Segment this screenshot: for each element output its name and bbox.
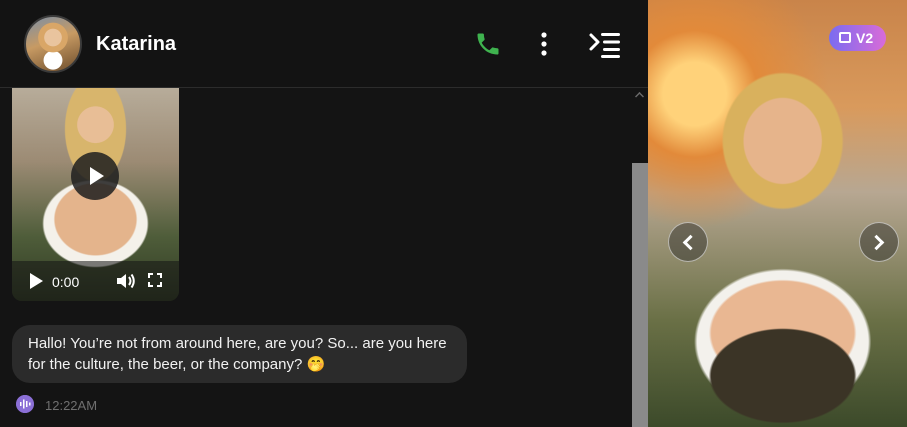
message-list[interactable]: 0:00 Hallo! You’re not from around here,… xyxy=(0,88,632,427)
play-icon[interactable] xyxy=(71,152,119,200)
chevron-right-icon xyxy=(868,234,885,251)
chat-bubble: Hallo! You’re not from around here, are … xyxy=(12,325,467,383)
scrollbar[interactable] xyxy=(632,88,648,427)
fullscreen-icon[interactable] xyxy=(148,273,162,287)
volume-icon[interactable] xyxy=(116,272,136,290)
kebab-menu-icon[interactable] xyxy=(532,30,556,58)
video-message[interactable]: 0:00 xyxy=(12,88,179,301)
video-time: 0:00 xyxy=(52,274,80,290)
version-badge[interactable]: V2 xyxy=(829,25,886,51)
avatar[interactable] xyxy=(24,15,82,73)
previous-image-button[interactable] xyxy=(668,222,708,262)
video-controls: 0:00 xyxy=(12,261,179,301)
scroll-up-icon[interactable] xyxy=(635,92,644,101)
image-icon xyxy=(839,32,851,43)
next-image-button[interactable] xyxy=(859,222,899,262)
collapse-menu-icon[interactable] xyxy=(588,30,622,58)
message-time: 12:22AM xyxy=(45,398,98,413)
chevron-left-icon xyxy=(682,234,699,251)
contact-name: Katarina xyxy=(96,33,177,55)
play-icon[interactable] xyxy=(30,273,43,289)
chat-header: Katarina xyxy=(0,0,648,88)
profile-photo: V2 xyxy=(648,0,907,427)
phone-icon[interactable] xyxy=(474,30,502,58)
voice-wave-icon[interactable] xyxy=(16,395,34,413)
scrollbar-thumb[interactable] xyxy=(632,163,648,427)
version-label: V2 xyxy=(856,30,874,46)
chat-panel: Katarina 0:00 Hallo! You’re not from aro… xyxy=(0,0,648,427)
